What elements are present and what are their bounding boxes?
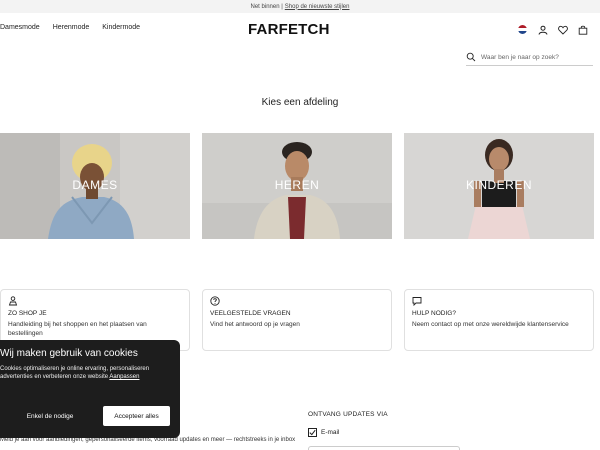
cookie-title: Wij maken gebruik van cookies bbox=[0, 348, 138, 359]
nav-item-men[interactable]: Herenmode bbox=[53, 24, 90, 31]
card-faq-title: VEELGESTELDE VRAGEN bbox=[210, 310, 291, 317]
card-faq-desc: Vind het antwoord op je vragen bbox=[210, 321, 300, 328]
newsletter-title: ONTVANG UPDATES VIA bbox=[308, 411, 388, 418]
cookie-body: Cookies optimaliseren je online ervaring… bbox=[0, 365, 180, 381]
announcement-link[interactable]: Shop de nieuwste stijlen bbox=[285, 4, 350, 10]
nav-item-kids[interactable]: Kindermode bbox=[102, 24, 140, 31]
cookie-buttons: Enkel de nodige Accepteer alles bbox=[9, 406, 170, 426]
cookie-accept-button[interactable]: Accepteer alles bbox=[103, 406, 170, 426]
search-bar bbox=[466, 50, 593, 66]
cookie-necessary-button[interactable]: Enkel de nodige bbox=[9, 406, 91, 426]
shopping-person-icon bbox=[8, 296, 18, 306]
department-women[interactable]: DAMES bbox=[0, 133, 190, 239]
bag-icon[interactable] bbox=[577, 24, 588, 35]
header-icons bbox=[517, 24, 588, 35]
question-icon bbox=[210, 296, 220, 306]
department-men-label: HEREN bbox=[274, 178, 320, 192]
cookie-banner: Wij maken gebruik van cookies Cookies op… bbox=[0, 340, 180, 438]
department-kids-label: KINDEREN bbox=[465, 178, 532, 192]
department-kids[interactable]: KINDEREN bbox=[404, 133, 594, 239]
account-icon[interactable] bbox=[537, 24, 548, 35]
card-help-desc: Neem contact op met onze wereldwijde kla… bbox=[412, 321, 569, 328]
card-help[interactable]: HULP NODIG? Neem contact op met onze wer… bbox=[404, 289, 594, 351]
search-input[interactable] bbox=[481, 54, 591, 61]
card-help-title: HULP NODIG? bbox=[412, 310, 456, 317]
cookie-customize-link[interactable]: Aanpassen bbox=[109, 374, 139, 380]
nav-item-women[interactable]: Damesmode bbox=[0, 24, 40, 31]
email-checkbox-row[interactable]: E-mail bbox=[308, 428, 339, 437]
checkmark-icon bbox=[309, 429, 316, 436]
department-men[interactable]: HEREN bbox=[202, 133, 392, 239]
search-icon[interactable] bbox=[466, 49, 476, 67]
email-checkbox[interactable] bbox=[308, 428, 317, 437]
farfetch-logo[interactable]: FARFETCH bbox=[248, 21, 330, 38]
card-how-to-shop-title: ZO SHOP JE bbox=[8, 310, 47, 317]
newsletter-email-field[interactable] bbox=[308, 446, 460, 450]
email-checkbox-label: E-mail bbox=[321, 429, 340, 436]
department-women-label: DAMES bbox=[72, 178, 118, 192]
card-faq[interactable]: VEELGESTELDE VRAGEN Vind het antwoord op… bbox=[202, 289, 392, 351]
gender-nav: Damesmode Herenmode Kindermode bbox=[0, 24, 140, 31]
department-heading: Kies een afdeling bbox=[261, 97, 339, 108]
heart-icon[interactable] bbox=[557, 24, 568, 35]
announcement-prefix: Net binnen | bbox=[250, 3, 283, 10]
card-how-to-shop-desc: Handleiding bij het shoppen en het plaat… bbox=[8, 321, 147, 337]
announcement-bar: Net binnen | Shop de nieuwste stijlen bbox=[0, 0, 600, 13]
chat-icon bbox=[412, 297, 422, 306]
netherlands-flag-icon[interactable] bbox=[517, 24, 528, 35]
